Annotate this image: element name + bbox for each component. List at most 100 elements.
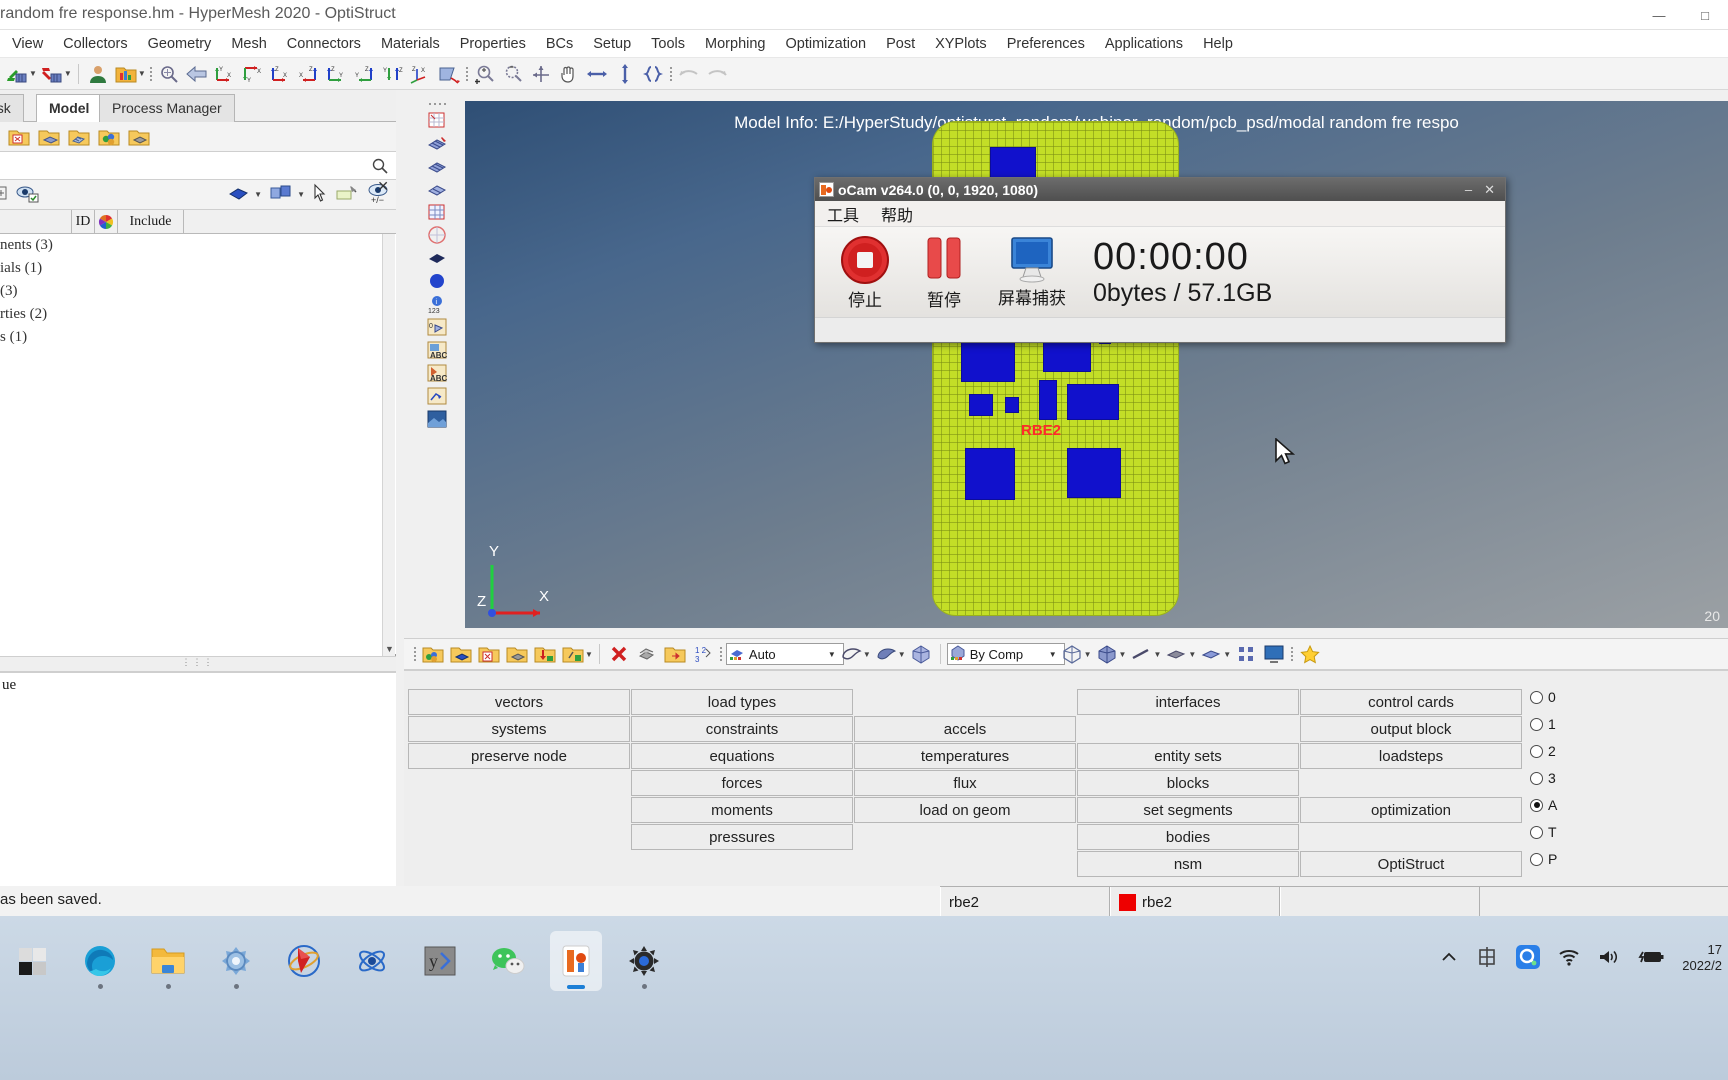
chip-component[interactable]	[1039, 380, 1057, 420]
panel-button-preserve-node[interactable]: preserve node	[408, 743, 630, 769]
ocam-title-bar[interactable]: oCam v264.0 (0, 0, 1920, 1080) – ✕	[815, 178, 1505, 201]
ocam-app[interactable]	[550, 931, 602, 991]
wireframe-caret-icon[interactable]: ▼	[1084, 650, 1092, 659]
menu-item-xyplots[interactable]: XYPlots	[925, 32, 997, 56]
panel-button-load-types[interactable]: load types	[631, 689, 853, 715]
section-display-icon[interactable]	[269, 184, 293, 205]
entity-color-swatch[interactable]	[1119, 893, 1136, 911]
panel-button-flux[interactable]: flux	[854, 770, 1076, 796]
toolbar-drag-handle-3[interactable]	[668, 64, 674, 84]
panel-button-moments[interactable]: moments	[631, 797, 853, 823]
maximize-button[interactable]: □	[1682, 0, 1728, 30]
panel-splitter[interactable]: ⋮⋮⋮	[0, 656, 396, 672]
wireframe-cube-icon[interactable]	[1059, 641, 1085, 667]
lowtoolbar-drag-handle[interactable]	[412, 644, 418, 664]
pan-hand-icon[interactable]	[556, 61, 582, 87]
shaded-display-icon[interactable]	[228, 184, 250, 205]
tree-row[interactable]: s (1)	[0, 326, 396, 349]
create-assembly-icon[interactable]	[126, 124, 152, 150]
color-mode-caret-icon[interactable]: ▼	[1049, 650, 1057, 659]
toolbar-drag-handle[interactable]	[148, 64, 154, 84]
menu-item-materials[interactable]: Materials	[371, 32, 450, 56]
model-tree[interactable]: nents (3) ials (1) (3) rties (2) s (1)	[0, 234, 396, 654]
menu-item-applications[interactable]: Applications	[1095, 32, 1193, 56]
hypermesh-app[interactable]	[346, 931, 398, 991]
view-yz-icon[interactable]: ZY	[352, 61, 378, 87]
panel-button-vectors[interactable]: vectors	[408, 689, 630, 715]
expand-tree-icon[interactable]	[0, 183, 10, 206]
toolbar-drag-handle-2[interactable]	[464, 64, 470, 84]
view-xz-icon[interactable]: ZX	[296, 61, 322, 87]
surface-shade-caret-icon[interactable]: ▼	[863, 650, 871, 659]
panel-radio-a[interactable]: A	[1530, 797, 1557, 813]
menu-item-setup[interactable]: Setup	[583, 32, 641, 56]
entity-cell[interactable]: rbe2	[1110, 887, 1280, 917]
shade-blue-icon[interactable]	[424, 270, 450, 291]
mesh-circle-icon[interactable]	[424, 224, 450, 245]
tab-task[interactable]: ask	[0, 94, 24, 122]
mesh-quality-icon[interactable]	[424, 155, 450, 176]
automesh-icon[interactable]	[424, 109, 450, 130]
panel-button-bodies[interactable]: bodies	[1077, 824, 1299, 850]
panel-radio-1[interactable]: 1	[1530, 716, 1556, 732]
battery-icon[interactable]	[1638, 948, 1664, 969]
menu-item-properties[interactable]: Properties	[450, 32, 536, 56]
menu-item-mesh[interactable]: Mesh	[221, 32, 276, 56]
chip-component[interactable]	[969, 394, 993, 416]
ocam-minimize-button[interactable]: –	[1465, 182, 1472, 198]
plate-caret-icon[interactable]: ▼	[1223, 650, 1231, 659]
ocam-capture-button[interactable]: 屏幕捕获	[987, 236, 1077, 309]
ocam-close-button[interactable]: ✕	[1484, 182, 1495, 198]
screen-display-icon[interactable]	[1261, 641, 1287, 667]
create-component-icon[interactable]	[6, 124, 32, 150]
menu-item-tools[interactable]: Tools	[641, 32, 695, 56]
ocam-pause-button[interactable]: 暂停	[911, 234, 977, 311]
panel-button-optistruct[interactable]: OptiStruct	[1300, 851, 1522, 877]
settings-gear[interactable]	[210, 931, 262, 991]
vector-plot-icon[interactable]	[424, 386, 450, 407]
zoom-in-icon[interactable]	[472, 61, 498, 87]
panel-radio-t[interactable]: T	[1530, 824, 1557, 840]
chip-component[interactable]	[965, 448, 1015, 500]
ocam-stop-button[interactable]: 停止	[829, 234, 901, 311]
fit-view-icon[interactable]	[528, 61, 554, 87]
browser-search-row[interactable]	[0, 152, 396, 180]
component-blue-icon[interactable]	[448, 641, 474, 667]
wechat-app[interactable]	[482, 931, 534, 991]
panel-radio-0[interactable]: 0	[1530, 689, 1556, 705]
menu-item-bcs[interactable]: BCs	[536, 32, 583, 56]
hyperworks-app[interactable]	[278, 931, 330, 991]
delete-entity-icon[interactable]	[606, 641, 632, 667]
lowtoolbar-drag-handle-2[interactable]	[718, 644, 724, 664]
mesh-edges-icon[interactable]	[424, 178, 450, 199]
shell-caret-icon[interactable]: ▼	[1188, 650, 1196, 659]
component-list-icon[interactable]	[560, 641, 586, 667]
tree-row[interactable]: (3)	[0, 280, 396, 303]
solid-shaded-caret-icon[interactable]: ▼	[1119, 650, 1127, 659]
tree-vertical-scrollbar[interactable]: ▼	[382, 234, 395, 656]
panel-button-entity-sets[interactable]: entity sets	[1077, 743, 1299, 769]
renumber-icon[interactable]: 1 23	[690, 641, 716, 667]
control-panel-app[interactable]	[618, 931, 670, 991]
menu-item-geometry[interactable]: Geometry	[138, 32, 222, 56]
display-mode-select[interactable]: Auto	[725, 643, 844, 665]
chart-folder-icon[interactable]	[113, 61, 139, 87]
chip-component[interactable]	[1043, 340, 1091, 372]
numbers-iso-icon[interactable]: 0	[424, 317, 450, 338]
ocam-menu-help[interactable]: 帮助	[881, 202, 913, 226]
ime-icon[interactable]	[1476, 946, 1498, 971]
panel-button-accels[interactable]: accels	[854, 716, 1076, 742]
tab-model[interactable]: Model	[36, 94, 103, 122]
component-down-icon[interactable]	[532, 641, 558, 667]
menu-item-post[interactable]: Post	[876, 32, 925, 56]
file-explorer[interactable]	[142, 931, 194, 991]
surface-shade-icon[interactable]	[838, 641, 864, 667]
menu-item-help[interactable]: Help	[1193, 32, 1243, 56]
expand-braces-icon[interactable]	[640, 61, 666, 87]
create-part-icon[interactable]	[36, 124, 62, 150]
export-caret-icon[interactable]: ▼	[64, 69, 72, 78]
shaded-caret-icon[interactable]: ▼	[254, 190, 262, 199]
panel-button-blocks[interactable]: blocks	[1077, 770, 1299, 796]
start-button[interactable]	[6, 931, 58, 991]
info-numbers-icon[interactable]: i 123	[424, 294, 450, 315]
